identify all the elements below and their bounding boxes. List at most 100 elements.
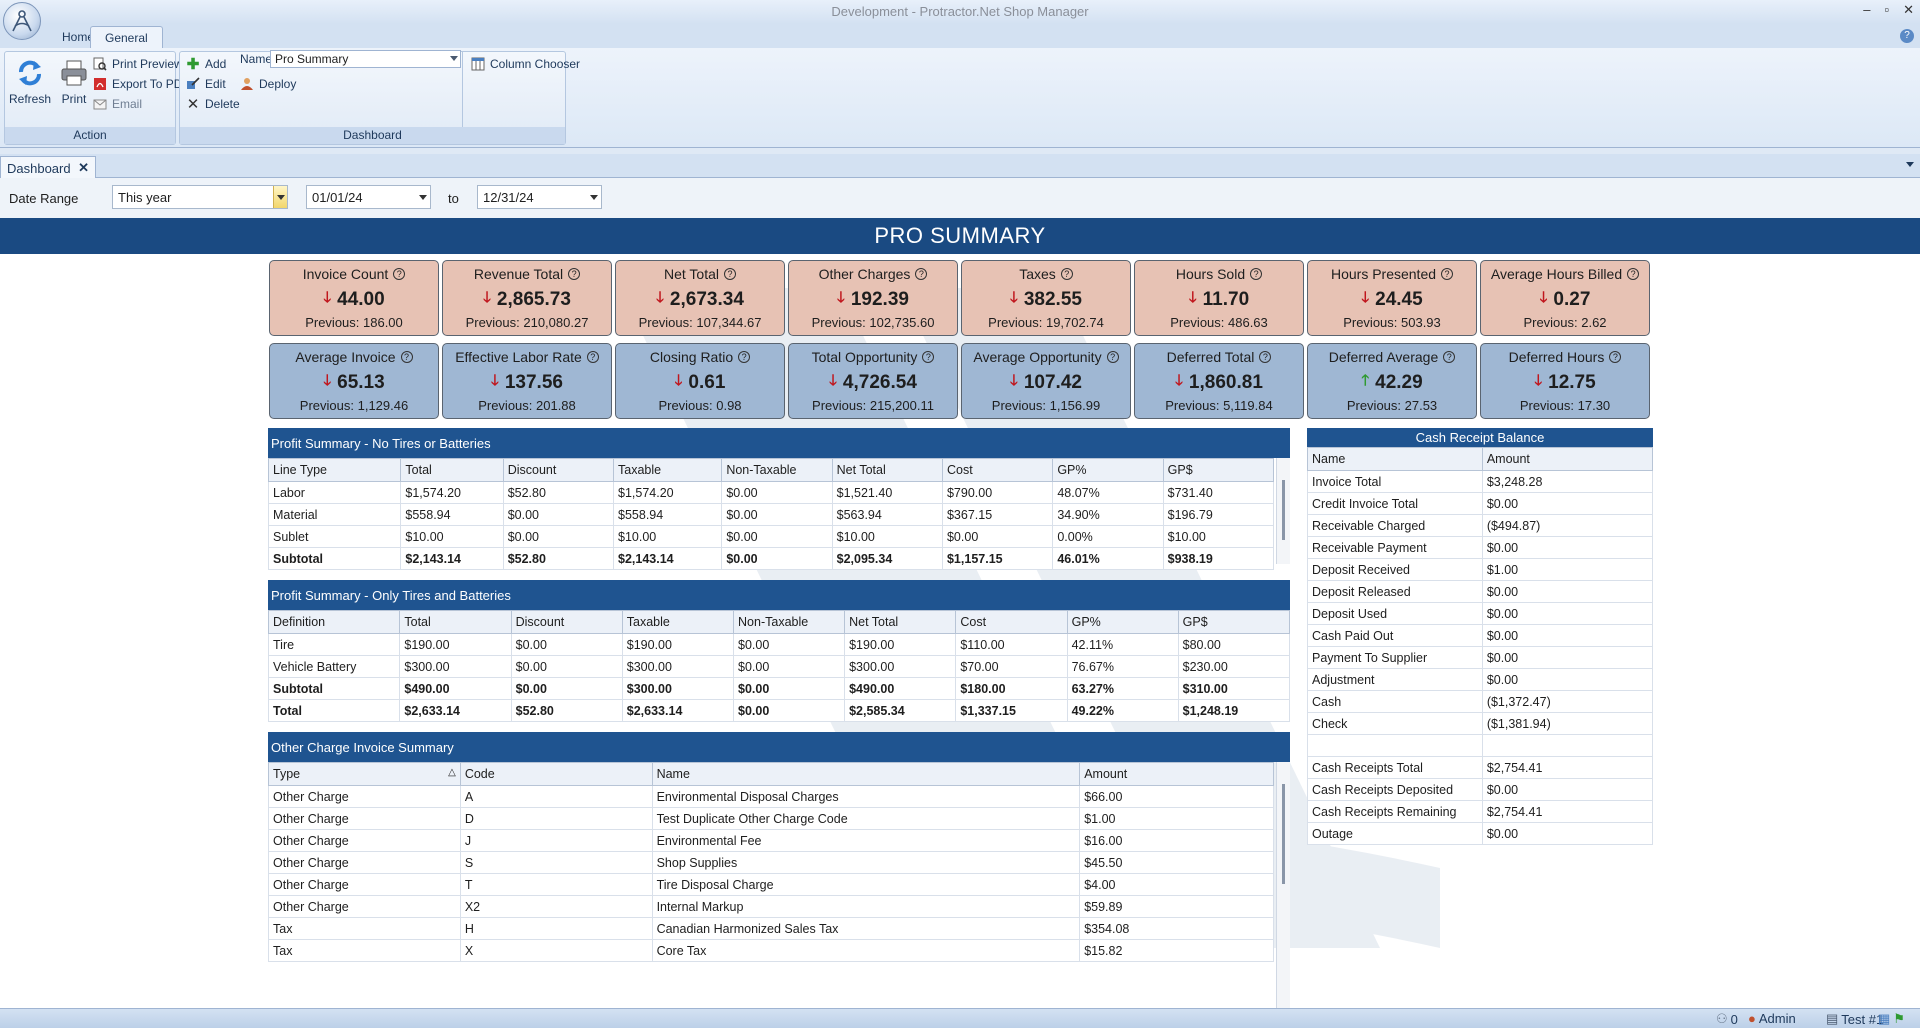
- close-window-button[interactable]: ✕: [1903, 2, 1914, 18]
- column-header[interactable]: Amount: [1079, 762, 1274, 786]
- table-row[interactable]: Other Charge X2 Internal Markup $59.89: [268, 895, 1274, 918]
- table-row[interactable]: Tire $190.00 $0.00 $190.00 $0.00 $190.00 $110.…: [267, 633, 1291, 656]
- info-icon[interactable]: ?: [1250, 268, 1263, 280]
- info-icon[interactable]: ?: [1060, 268, 1073, 280]
- column-header[interactable]: Total: [399, 610, 512, 634]
- date-range-select[interactable]: This year: [112, 185, 288, 209]
- to-date-input[interactable]: 12/31/24: [477, 185, 602, 209]
- refresh-button[interactable]: Refresh: [8, 54, 52, 106]
- table-row[interactable]: Receivable Charged ($494.87): [1307, 514, 1654, 537]
- table-row[interactable]: Deposit Received $1.00: [1307, 558, 1654, 581]
- table-row[interactable]: Cash ($1,372.47): [1307, 690, 1654, 713]
- info-icon[interactable]: ?: [400, 351, 413, 363]
- column-header[interactable]: Total: [400, 458, 504, 482]
- kpi-card[interactable]: Average Opportunity? 🡓 107.42 Previous: 1,1…: [961, 343, 1131, 419]
- add-button[interactable]: ✚ Add: [186, 54, 227, 74]
- print-preview-button[interactable]: Print Preview: [93, 54, 183, 74]
- column-header[interactable]: GP%: [1066, 610, 1179, 634]
- maximize-button[interactable]: ▫: [1884, 2, 1889, 18]
- kpi-card[interactable]: Hours Sold? 🡓 11.70 Previous: 486.63: [1134, 260, 1304, 336]
- info-icon[interactable]: ?: [738, 351, 751, 363]
- table-row[interactable]: Other Charge S Shop Supplies $45.50: [268, 851, 1274, 874]
- info-icon[interactable]: ?: [1106, 351, 1119, 363]
- kpi-card[interactable]: Revenue Total? 🡓 2,865.73 Previous: 210,080…: [442, 260, 612, 336]
- edit-button[interactable]: Edit: [186, 74, 226, 94]
- kpi-card[interactable]: Deferred Average? 🡑 42.29 Previous: 27.53: [1307, 343, 1477, 419]
- minimize-button[interactable]: ‒: [1863, 2, 1870, 18]
- table-row[interactable]: Receivable Payment $0.00: [1307, 536, 1654, 559]
- kpi-card[interactable]: Net Total? 🡓 2,673.34 Previous: 107,344.67: [615, 260, 785, 336]
- tab-menu-chevron-icon[interactable]: [1906, 162, 1914, 167]
- kpi-card[interactable]: Hours Presented? 🡓 24.45 Previous: 503.93: [1307, 260, 1477, 336]
- table-row[interactable]: Outage $0.00: [1307, 822, 1654, 845]
- column-header[interactable]: Amount: [1481, 447, 1654, 471]
- kpi-card[interactable]: Taxes? 🡓 382.55 Previous: 19,702.74: [961, 260, 1131, 336]
- export-pdf-button[interactable]: Export To PDF: [93, 74, 190, 94]
- kpi-card[interactable]: Closing Ratio? 🡓 0.61 Previous: 0.98: [615, 343, 785, 419]
- table-row[interactable]: Payment To Supplier $0.00: [1307, 646, 1654, 669]
- tab-dashboard[interactable]: Dashboard ✕: [0, 156, 96, 178]
- info-icon[interactable]: ?: [1609, 351, 1622, 363]
- column-header[interactable]: Line Type: [267, 458, 402, 482]
- table-row[interactable]: Cash Receipts Deposited $0.00: [1307, 778, 1654, 801]
- notification-count[interactable]: ⚇ 0: [1716, 1011, 1738, 1027]
- table-row[interactable]: Tax H Canadian Harmonized Sales Tax $354.08: [268, 917, 1274, 940]
- column-chooser-button[interactable]: Column Chooser: [471, 54, 580, 74]
- column-header[interactable]: GP%: [1052, 458, 1164, 482]
- info-icon[interactable]: ?: [1443, 351, 1456, 363]
- table-row[interactable]: Total $2,633.14 $52.80 $2,633.14 $0.00 $2,585…: [267, 699, 1291, 722]
- column-header[interactable]: GP$: [1162, 458, 1275, 482]
- table-row[interactable]: Other Charge A Environmental Disposal Char…: [268, 785, 1274, 808]
- other-charges-scrollbar[interactable]: [1276, 762, 1290, 1008]
- table-row[interactable]: Credit Invoice Total $0.00: [1307, 492, 1654, 515]
- delete-button[interactable]: ✕ Delete: [186, 94, 240, 114]
- column-header[interactable]: Non-Taxable: [721, 458, 833, 482]
- column-header[interactable]: Type △: [268, 762, 461, 786]
- kpi-card[interactable]: Effective Labor Rate? 🡓 137.56 Previous: 20…: [442, 343, 612, 419]
- info-icon[interactable]: ?: [1441, 268, 1454, 280]
- kpi-card[interactable]: Deferred Total? 🡓 1,860.81 Previous: 5,119.…: [1134, 343, 1304, 419]
- table-row[interactable]: Deposit Released $0.00: [1307, 580, 1654, 603]
- info-icon[interactable]: ?: [922, 351, 935, 363]
- column-header[interactable]: Name: [651, 762, 1081, 786]
- column-header[interactable]: Cost: [941, 458, 1054, 482]
- column-header[interactable]: Discount: [510, 610, 623, 634]
- column-header[interactable]: Net Total: [844, 610, 957, 634]
- table-row[interactable]: Other Charge D Test Duplicate Other Charge…: [268, 807, 1274, 830]
- info-icon[interactable]: ?: [1627, 268, 1640, 280]
- table-row[interactable]: Other Charge J Environmental Fee $16.00: [268, 829, 1274, 852]
- from-date-input[interactable]: 01/01/24: [306, 185, 431, 209]
- dashboard-name-combo[interactable]: Pro Summary: [270, 50, 461, 68]
- column-header[interactable]: Cost: [955, 610, 1068, 634]
- app-menu-orb[interactable]: [3, 2, 41, 40]
- close-tab-icon[interactable]: ✕: [78, 160, 89, 176]
- table-row[interactable]: Invoice Total $3,248.28: [1307, 470, 1654, 493]
- table-row[interactable]: Material $558.94 $0.00 $558.94 $0.00 $563.94 $…: [267, 503, 1275, 526]
- table-row[interactable]: Deposit Used $0.00: [1307, 602, 1654, 625]
- tab-general[interactable]: General: [90, 26, 163, 48]
- column-header[interactable]: Name: [1307, 447, 1483, 471]
- table-row[interactable]: [1307, 734, 1654, 757]
- table-row[interactable]: Labor $1,574.20 $52.80 $1,574.20 $0.00 $1,521…: [267, 481, 1275, 504]
- column-header[interactable]: Code: [459, 762, 653, 786]
- kpi-card[interactable]: Average Invoice? 🡓 65.13 Previous: 1,129.46: [269, 343, 439, 419]
- info-icon[interactable]: ?: [724, 268, 736, 280]
- table-row[interactable]: Check ($1,381.94): [1307, 712, 1654, 735]
- kpi-card[interactable]: Average Hours Billed? 🡓 0.27 Previous: 2.62: [1480, 260, 1650, 336]
- table-row[interactable]: Other Charge T Tire Disposal Charge $4.00: [268, 873, 1274, 896]
- status-user[interactable]: ● Admin: [1748, 1011, 1796, 1026]
- table-row[interactable]: Adjustment $0.00: [1307, 668, 1654, 691]
- info-icon[interactable]: ?: [915, 268, 928, 280]
- table-row[interactable]: Tax X Core Tax $15.82: [268, 939, 1274, 962]
- table-row[interactable]: Cash Paid Out $0.00: [1307, 624, 1654, 647]
- help-icon[interactable]: ?: [1900, 29, 1914, 43]
- profit-no-tires-scrollbar[interactable]: [1276, 458, 1290, 564]
- column-header[interactable]: Discount: [502, 458, 615, 482]
- deploy-button[interactable]: Deploy: [240, 74, 296, 94]
- kpi-card[interactable]: Deferred Hours? 🡓 12.75 Previous: 17.30: [1480, 343, 1650, 419]
- table-row[interactable]: Subtotal $2,143.14 $52.80 $2,143.14 $0.00 $2,…: [267, 547, 1275, 570]
- kpi-card[interactable]: Total Opportunity? 🡓 4,726.54 Previous: 215…: [788, 343, 958, 419]
- email-button[interactable]: Email: [93, 94, 142, 114]
- table-row[interactable]: Cash Receipts Remaining $2,754.41: [1307, 800, 1654, 823]
- print-button[interactable]: Print: [55, 54, 93, 106]
